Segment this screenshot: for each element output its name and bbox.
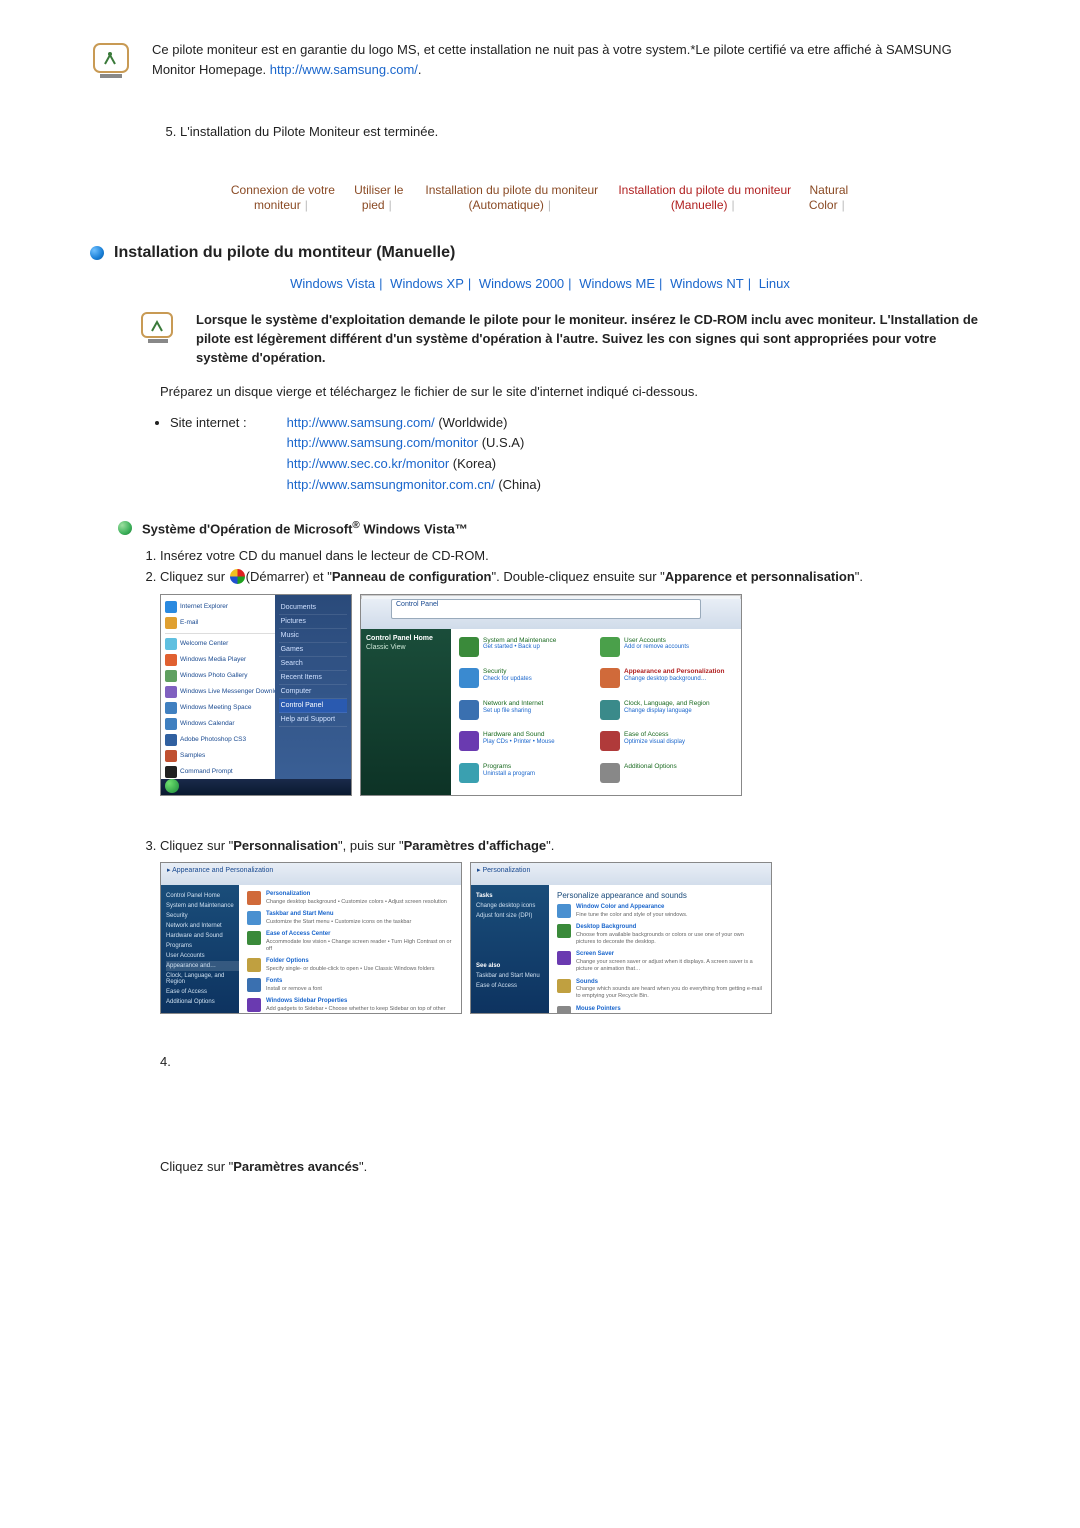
os-link-me[interactable]: Windows ME	[579, 276, 655, 291]
os-link-linux[interactable]: Linux	[759, 276, 790, 291]
step-5: L'installation du Pilote Moniteur est te…	[180, 122, 990, 143]
insert-cd-note: Lorsque le système d'exploitation demand…	[196, 311, 990, 368]
site-link-world[interactable]: http://www.samsung.com/	[287, 415, 435, 430]
subsection-bullet-icon	[118, 521, 132, 535]
screenshot-appearance: ▸ Appearance and Personalization Control…	[160, 862, 462, 1014]
os-link-xp[interactable]: Windows XP	[390, 276, 464, 291]
screenshot-personalization: ▸ Personalization Tasks Change desktop i…	[470, 862, 772, 1014]
tab-install-manuelle[interactable]: Installation du pilote du moniteur (Manu…	[612, 183, 798, 214]
vista-step-2: Cliquez sur (Démarrer) et "Panneau de co…	[160, 567, 990, 588]
os-links: Windows Vista| Windows XP| Windows 2000|…	[90, 276, 990, 291]
warranty-paragraph: Ce pilote moniteur est en garantie du lo…	[152, 40, 990, 79]
os-link-nt[interactable]: Windows NT	[670, 276, 744, 291]
site-label: Site internet :	[170, 413, 247, 496]
site-link-usa[interactable]: http://www.samsung.com/monitor	[287, 435, 478, 450]
site-link-china[interactable]: http://www.samsungmonitor.com.cn/	[287, 477, 495, 492]
tab-connexion[interactable]: Connexion de votre moniteur|	[220, 183, 346, 214]
start-orb-icon	[230, 569, 245, 584]
vista-step-1: Insérez votre CD du manuel dans le lecte…	[160, 546, 990, 567]
site-link-korea[interactable]: http://www.sec.co.kr/monitor	[287, 456, 450, 471]
screenshot-start-menu: Internet Explorer E-mail Welcome Center …	[160, 594, 352, 796]
subsection-title-vista: Système d'Opération de Microsoft® Window…	[142, 520, 468, 536]
tab-natural-color[interactable]: Natural Color|	[798, 183, 860, 214]
os-link-2000[interactable]: Windows 2000	[479, 276, 564, 291]
section-title: Installation du pilote du montiteur (Man…	[114, 244, 455, 262]
section-bullet-icon	[90, 246, 104, 260]
vista-step-3: Cliquez sur "Personnalisation", puis sur…	[160, 836, 990, 857]
tab-pied[interactable]: Utiliser le pied|	[346, 183, 412, 214]
windows-logo-icon	[90, 40, 132, 82]
os-link-vista[interactable]: Windows Vista	[290, 276, 375, 291]
samsung-homepage-link[interactable]: http://www.samsung.com/	[270, 62, 418, 77]
cd-note-icon	[140, 311, 180, 347]
tab-install-auto[interactable]: Installation du pilote du moniteur (Auto…	[412, 183, 612, 214]
tab-row: Connexion de votre moniteur| Utiliser le…	[220, 183, 860, 214]
screenshot-control-panel: Control Panel Control Panel Home Classic…	[360, 594, 742, 796]
prepare-disk-text: Préparez un disque vierge et téléchargez…	[160, 384, 990, 399]
vista-step-4-text: Cliquez sur "Paramètres avancés".	[160, 1159, 990, 1174]
vista-step-4-number: 4.	[160, 1054, 990, 1069]
